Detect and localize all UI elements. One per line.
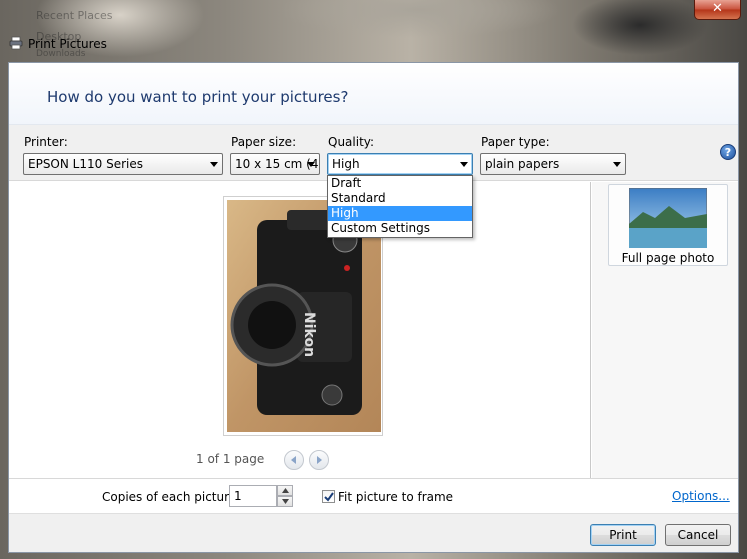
copies-label: Copies of each picture:: [102, 490, 241, 504]
print-button[interactable]: Print: [590, 524, 656, 546]
printer-select[interactable]: EPSON L110 Series: [23, 153, 223, 175]
layout-label: Full page photo: [621, 251, 715, 265]
paper-type-label: Paper type:: [481, 135, 550, 149]
copies-spinner: [277, 485, 293, 507]
paper-type-value: plain papers: [485, 157, 560, 171]
quality-option-standard[interactable]: Standard: [328, 191, 472, 206]
paper-size-select[interactable]: 10 x 15 cm (4: [230, 153, 320, 175]
copies-input[interactable]: 1: [229, 485, 277, 507]
previous-page-button[interactable]: [284, 450, 304, 470]
chevron-down-icon: [282, 499, 289, 504]
options-link[interactable]: Options...: [672, 489, 730, 503]
paper-size-label: Paper size:: [231, 135, 297, 149]
print-settings-bar: Printer: EPSON L110 Series Paper size: 1…: [9, 125, 738, 181]
fit-to-frame-label[interactable]: Fit picture to frame: [338, 490, 453, 504]
close-button[interactable]: ✕: [694, 0, 741, 20]
preview-area: Nikon 1 of 1 page: [9, 182, 591, 478]
paper-size-value: 10 x 15 cm (4: [235, 157, 319, 171]
printer-value: EPSON L110 Series: [28, 157, 143, 171]
chevron-down-icon: [307, 162, 315, 167]
paper-type-select[interactable]: plain papers: [480, 153, 626, 175]
quality-option-custom-settings[interactable]: Custom Settings: [328, 221, 472, 236]
chevron-down-icon: [210, 162, 218, 167]
copies-decrement-button[interactable]: [277, 496, 293, 507]
page-title: How do you want to print your pictures?: [47, 88, 349, 106]
quality-select[interactable]: High: [327, 153, 473, 175]
chevron-up-icon: [282, 488, 289, 493]
arrow-right-icon: [317, 456, 322, 464]
cancel-button[interactable]: Cancel: [665, 524, 731, 546]
quality-option-high[interactable]: High: [328, 206, 472, 221]
window-title: Print Pictures: [28, 37, 107, 51]
dialog-footer: Print Cancel: [9, 513, 738, 552]
layout-panel: Full page photo: [592, 182, 738, 478]
fit-to-frame-checkbox[interactable]: [322, 490, 335, 503]
copies-increment-button[interactable]: [277, 485, 293, 496]
next-page-button[interactable]: [309, 450, 329, 470]
checkmark-icon: [324, 492, 334, 502]
camera-brand-label: Nikon: [301, 312, 317, 357]
layout-thumbnail: [629, 188, 707, 248]
chevron-down-icon: [613, 162, 621, 167]
options-bar: Copies of each picture: 1 Fit picture to…: [9, 478, 738, 512]
quality-option-draft[interactable]: Draft: [328, 176, 472, 191]
title-bar: Print Pictures ✕: [0, 0, 747, 62]
arrow-left-icon: [291, 456, 296, 464]
print-dialog: How do you want to print your pictures? …: [8, 62, 739, 553]
quality-dropdown-list: Draft Standard High Custom Settings: [327, 175, 473, 238]
help-icon[interactable]: ?: [720, 144, 736, 160]
quality-value: High: [332, 157, 360, 171]
layout-full-page-photo[interactable]: Full page photo: [608, 184, 728, 266]
printer-label: Printer:: [24, 135, 68, 149]
close-icon: ✕: [712, 1, 723, 16]
header-band: How do you want to print your pictures?: [9, 63, 738, 125]
page-count: 1 of 1 page: [196, 452, 265, 466]
printer-icon: [9, 36, 23, 50]
chevron-down-icon: [460, 162, 468, 167]
quality-label: Quality:: [328, 135, 375, 149]
